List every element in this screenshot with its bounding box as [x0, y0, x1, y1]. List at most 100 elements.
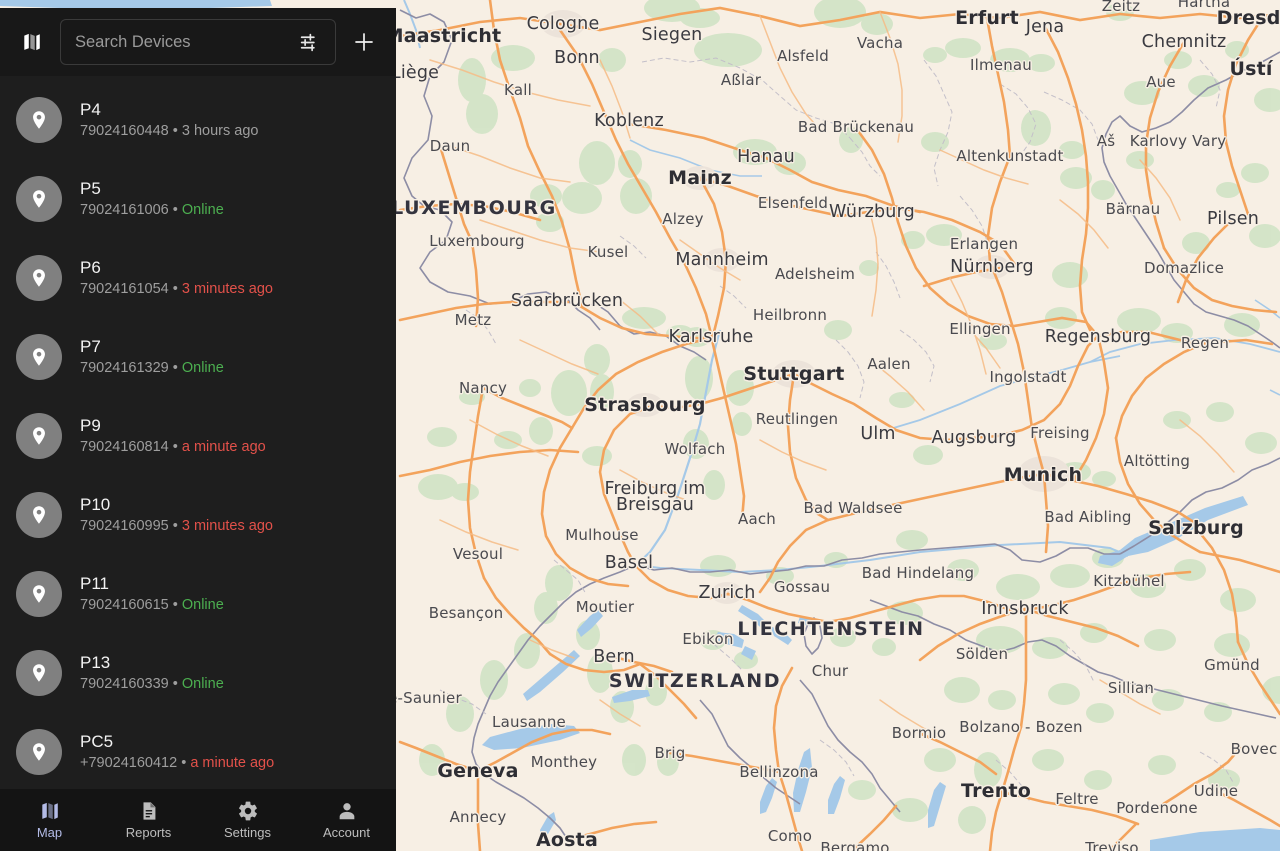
map-place-label: Pordenone [1116, 799, 1198, 817]
tune-filter-icon[interactable] [297, 30, 321, 54]
device-phone: 79024160448 [80, 123, 169, 139]
device-list[interactable]: P4 79024160448 • 3 hours ago P5 79024161006… [0, 76, 396, 789]
nav-item-settings[interactable]: Settings [198, 789, 297, 851]
map-place-label: Heilbronn [752, 306, 828, 324]
map-place-label: Koblenz [594, 111, 664, 131]
device-status: 3 minutes ago [181, 518, 273, 534]
device-list-item[interactable]: P13 79024160339 • Online [0, 633, 396, 712]
device-list-item[interactable]: P11 79024160615 • Online [0, 554, 396, 633]
device-status: Online [181, 360, 224, 376]
map-place-label: Bad Brückenau [797, 118, 915, 136]
app-root: .water { fill:#a5c9e8; } .river { stroke… [0, 0, 1280, 851]
separator-dot: • [168, 597, 182, 613]
device-phone: 79024160339 [80, 676, 169, 692]
separator-dot: • [177, 755, 191, 771]
plus-icon[interactable] [346, 24, 382, 60]
device-list-item[interactable]: P6 79024161054 • 3 minutes ago [0, 238, 396, 317]
document-icon [138, 800, 160, 822]
map-place-label: Bellinzona [739, 763, 819, 781]
device-name: P9 [80, 416, 101, 435]
gear-icon [237, 800, 259, 822]
map-place-label: Kusel [587, 243, 629, 261]
device-subtitle: 79024161006 • Online [80, 202, 224, 218]
device-phone: 79024160615 [80, 597, 169, 613]
map-pin-icon [16, 175, 62, 222]
bottom-navigation: Map Reports Settings Account [0, 789, 396, 851]
nav-item-label: Account [323, 825, 370, 840]
device-subtitle: 79024161329 • Online [80, 360, 224, 376]
map-place-label: Liège [390, 63, 440, 83]
map-place-label: Cologne [526, 14, 600, 34]
map-place-label: Gossau [773, 578, 831, 596]
device-list-item[interactable]: P9 79024160814 • a minute ago [0, 396, 396, 475]
map-place-label: Bad Aibling [1044, 508, 1132, 526]
device-status: Online [181, 597, 224, 613]
map-pin-icon [16, 254, 62, 301]
map-icon [39, 800, 61, 822]
device-list-item[interactable]: P5 79024161006 • Online [0, 159, 396, 238]
map-place-label: Besançon [428, 604, 504, 622]
map-place-label: Aš [1096, 132, 1116, 150]
search-input[interactable] [75, 32, 297, 52]
device-subtitle: 79024160814 • a minute ago [80, 439, 266, 455]
map-place-label: Bormio [891, 724, 947, 742]
map-place-label: Bovec [1230, 740, 1278, 758]
device-name: P10 [80, 495, 111, 514]
device-subtitle: 79024160615 • Online [80, 597, 224, 613]
map-place-label: Aßlar [720, 71, 762, 89]
map-place-label: Treviso [1085, 839, 1139, 851]
map-place-label: Erfurt [955, 7, 1019, 29]
map-place-label: Zurich [698, 583, 756, 603]
device-phone: 79024161054 [80, 281, 169, 297]
map-place-label: Altenkunstadt [956, 147, 1064, 165]
map-place-label: Udine [1193, 782, 1239, 800]
map-place-label: Bad Waldsee [803, 499, 903, 517]
map-place-label: Luxembourg [429, 232, 525, 250]
nav-item-map[interactable]: Map [0, 789, 99, 851]
map-place-label: Chemnitz [1141, 32, 1227, 52]
map-place-label: Bolzano - Bozen [959, 718, 1083, 736]
map-place-label: Sillian [1107, 679, 1155, 697]
map-place-label: Freising [1030, 424, 1090, 442]
map-place-label: Brig [654, 744, 686, 762]
map-place-label: Bonn [554, 48, 600, 68]
map-place-label: Mulhouse [565, 526, 639, 544]
device-name: P7 [80, 337, 101, 356]
device-subtitle: 79024160339 • Online [80, 676, 224, 692]
map-icon[interactable] [14, 24, 50, 60]
map-place-label: Zeitz [1101, 0, 1141, 15]
map-place-label: Altötting [1123, 452, 1191, 470]
nav-item-label: Map [36, 825, 63, 840]
map-place-label: Erlangen [949, 235, 1019, 253]
map-place-label: Ebikon [682, 630, 734, 648]
separator-dot: • [168, 123, 182, 139]
map-place-label: Feltre [1055, 790, 1099, 808]
map-place-label: Alzey [662, 210, 704, 228]
device-list-item[interactable]: P4 79024160448 • 3 hours ago [0, 80, 396, 159]
map-place-label: Bärnau [1105, 200, 1161, 218]
map-place-label: Ingolstadt [989, 368, 1067, 386]
device-phone: 79024160814 [80, 439, 169, 455]
device-sidebar: P4 79024160448 • 3 hours ago P5 79024161006… [0, 8, 396, 851]
device-status: a minute ago [190, 755, 275, 771]
map-pin-icon [16, 570, 62, 617]
map-place-label: Ulm [860, 424, 896, 444]
device-list-item[interactable]: PC5 +79024160412 • a minute ago [0, 712, 396, 789]
map-place-label: Ellingen [949, 320, 1011, 338]
map-place-label: Saarbrücken [510, 291, 624, 311]
map-place-label: Daun [429, 137, 471, 155]
device-subtitle: 79024161054 • 3 minutes ago [80, 281, 273, 297]
map-place-label: Reutlingen [755, 410, 839, 428]
device-list-item[interactable]: P7 79024161329 • Online [0, 317, 396, 396]
map-pin-icon [16, 649, 62, 696]
search-box[interactable] [60, 19, 336, 65]
separator-dot: • [168, 281, 182, 297]
map-place-label: Nancy [458, 379, 508, 397]
device-status: 3 hours ago [181, 123, 259, 139]
map-place-label: Regen [1180, 334, 1230, 352]
nav-item-account[interactable]: Account [297, 789, 396, 851]
nav-item-reports[interactable]: Reports [99, 789, 198, 851]
separator-dot: • [168, 439, 182, 455]
map-place-label: Aalen [867, 355, 911, 373]
device-list-item[interactable]: P10 79024160995 • 3 minutes ago [0, 475, 396, 554]
